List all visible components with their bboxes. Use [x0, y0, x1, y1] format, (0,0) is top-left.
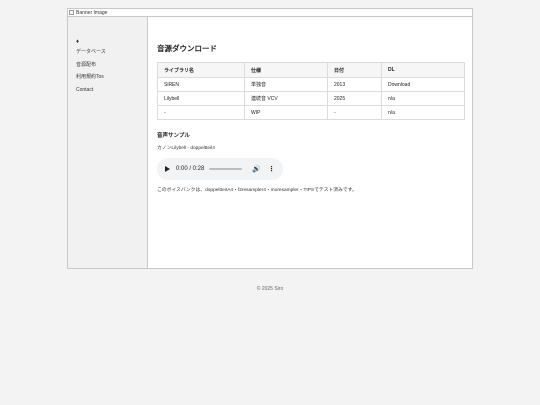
sample-caption: カノンLilybell - doppeltteil4 — [157, 146, 215, 151]
page-frame: Banner Image ♦ データベース 音源配布 利用規約Tos Conta… — [67, 8, 473, 269]
table-cell: Lilybell — [157, 91, 245, 106]
column-header: DL — [381, 62, 465, 78]
banner-image: Banner Image — [68, 9, 472, 17]
table-row: Lilybell 連続音 VCV 2025 n/a — [157, 91, 465, 106]
volume-icon[interactable]: 🔊 — [252, 165, 261, 173]
table-header-row: ライブラリ名 仕様 日付 DL — [157, 62, 465, 78]
page-title: 音源ダウンロード — [157, 44, 217, 53]
table-cell: n/a — [381, 105, 465, 120]
table-cell: SiREN — [157, 77, 245, 92]
table-cell: - — [157, 105, 245, 120]
footer-copyright: © 2025 Siro — [256, 286, 284, 292]
table-row: - WIP - n/a — [157, 105, 465, 120]
table-cell: 連続音 VCV — [244, 91, 328, 106]
sidebar-item-terms[interactable]: 利用規約Tos — [76, 74, 147, 80]
download-link[interactable]: Download — [381, 77, 465, 92]
compatibility-note: このボイスバンクは、doppeltteiIA4・f2resampler4・mor… — [157, 188, 357, 193]
table-cell: 2013 — [327, 77, 382, 92]
download-table: ライブラリ名 仕様 日付 DL SiREN 単独音 2013 Download … — [157, 62, 465, 120]
sample-heading: 音声サンプル — [157, 133, 190, 139]
seek-slider[interactable] — [209, 168, 243, 170]
column-header: 仕様 — [244, 62, 328, 78]
table-cell: n/a — [381, 91, 465, 106]
sidebar: ♦ データベース 音源配布 利用規約Tos Contact — [68, 17, 148, 268]
broken-image-icon — [69, 10, 74, 15]
sidebar-item-home[interactable]: ♦ — [76, 39, 147, 45]
column-header: 日付 — [327, 62, 382, 78]
sidebar-item-contact[interactable]: Contact — [76, 87, 147, 93]
play-icon[interactable] — [165, 166, 170, 172]
main-content: 音源ダウンロード ライブラリ名 仕様 日付 DL SiREN 単独音 2013 … — [157, 17, 465, 199]
column-header: ライブラリ名 — [157, 62, 245, 78]
sidebar-item-database[interactable]: データベース — [76, 49, 147, 55]
sidebar-item-voicebank[interactable]: 音源配布 — [76, 62, 147, 68]
table-cell: - — [327, 105, 382, 120]
audio-player: 0:00 / 0:28 🔊 ⋮ — [157, 158, 283, 180]
banner-alt-text: Banner Image — [76, 9, 108, 16]
table-cell: 2025 — [327, 91, 382, 106]
table-cell: WIP — [244, 105, 328, 120]
time-readout: 0:00 / 0:28 — [176, 166, 205, 172]
more-options-icon[interactable]: ⋮ — [268, 165, 275, 173]
table-row: SiREN 単独音 2013 Download — [157, 77, 465, 92]
table-cell: 単独音 — [244, 77, 328, 92]
